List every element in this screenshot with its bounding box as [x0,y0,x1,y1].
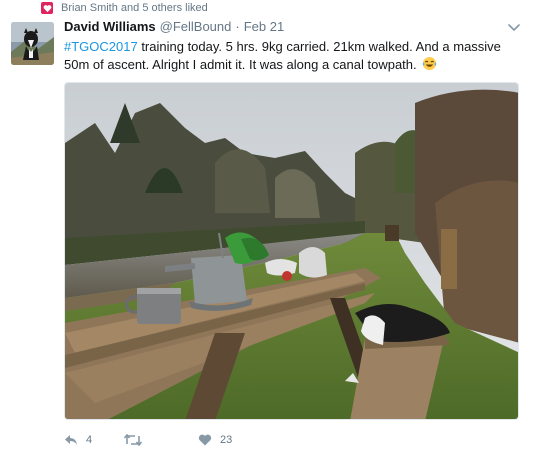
tweet-actions: 4 23 [64,430,258,450]
canal-picnic-photo [65,83,518,419]
avatar[interactable] [11,22,54,65]
hashtag-link[interactable]: #TGOC2017 [64,39,138,54]
like-button[interactable]: 23 [198,434,258,446]
heart-icon [198,434,212,446]
retweet-icon [124,434,142,446]
social-context-text[interactable]: Brian Smith and 5 others liked [61,2,208,14]
tweet-date[interactable]: Feb 21 [244,19,284,34]
laughing-tears-emoji-icon [422,56,437,76]
retweet-button[interactable] [124,434,198,446]
author-handle[interactable]: @FellBound [160,19,232,34]
reply-count: 4 [86,434,93,446]
tweet-text-line1: training today. 5 hrs. 9kg carried. 21km… [137,39,501,54]
chevron-down-icon[interactable] [508,20,520,31]
separator-dot: · [235,19,240,34]
tweet-text-line2: 50m of ascent. Alright I admit it. It wa… [64,57,417,72]
social-context: Brian Smith and 5 others liked [41,0,208,16]
heart-icon [41,2,53,14]
like-count: 23 [220,434,233,446]
tweet-text: #TGOC2017 training today. 5 hrs. 9kg car… [64,38,524,76]
tweet-photo[interactable] [64,82,519,420]
reply-icon [65,435,77,445]
tweet-header: David Williams @FellBound · Feb 21 [64,19,284,34]
author-name[interactable]: David Williams [64,19,156,34]
reply-button[interactable]: 4 [64,434,124,446]
